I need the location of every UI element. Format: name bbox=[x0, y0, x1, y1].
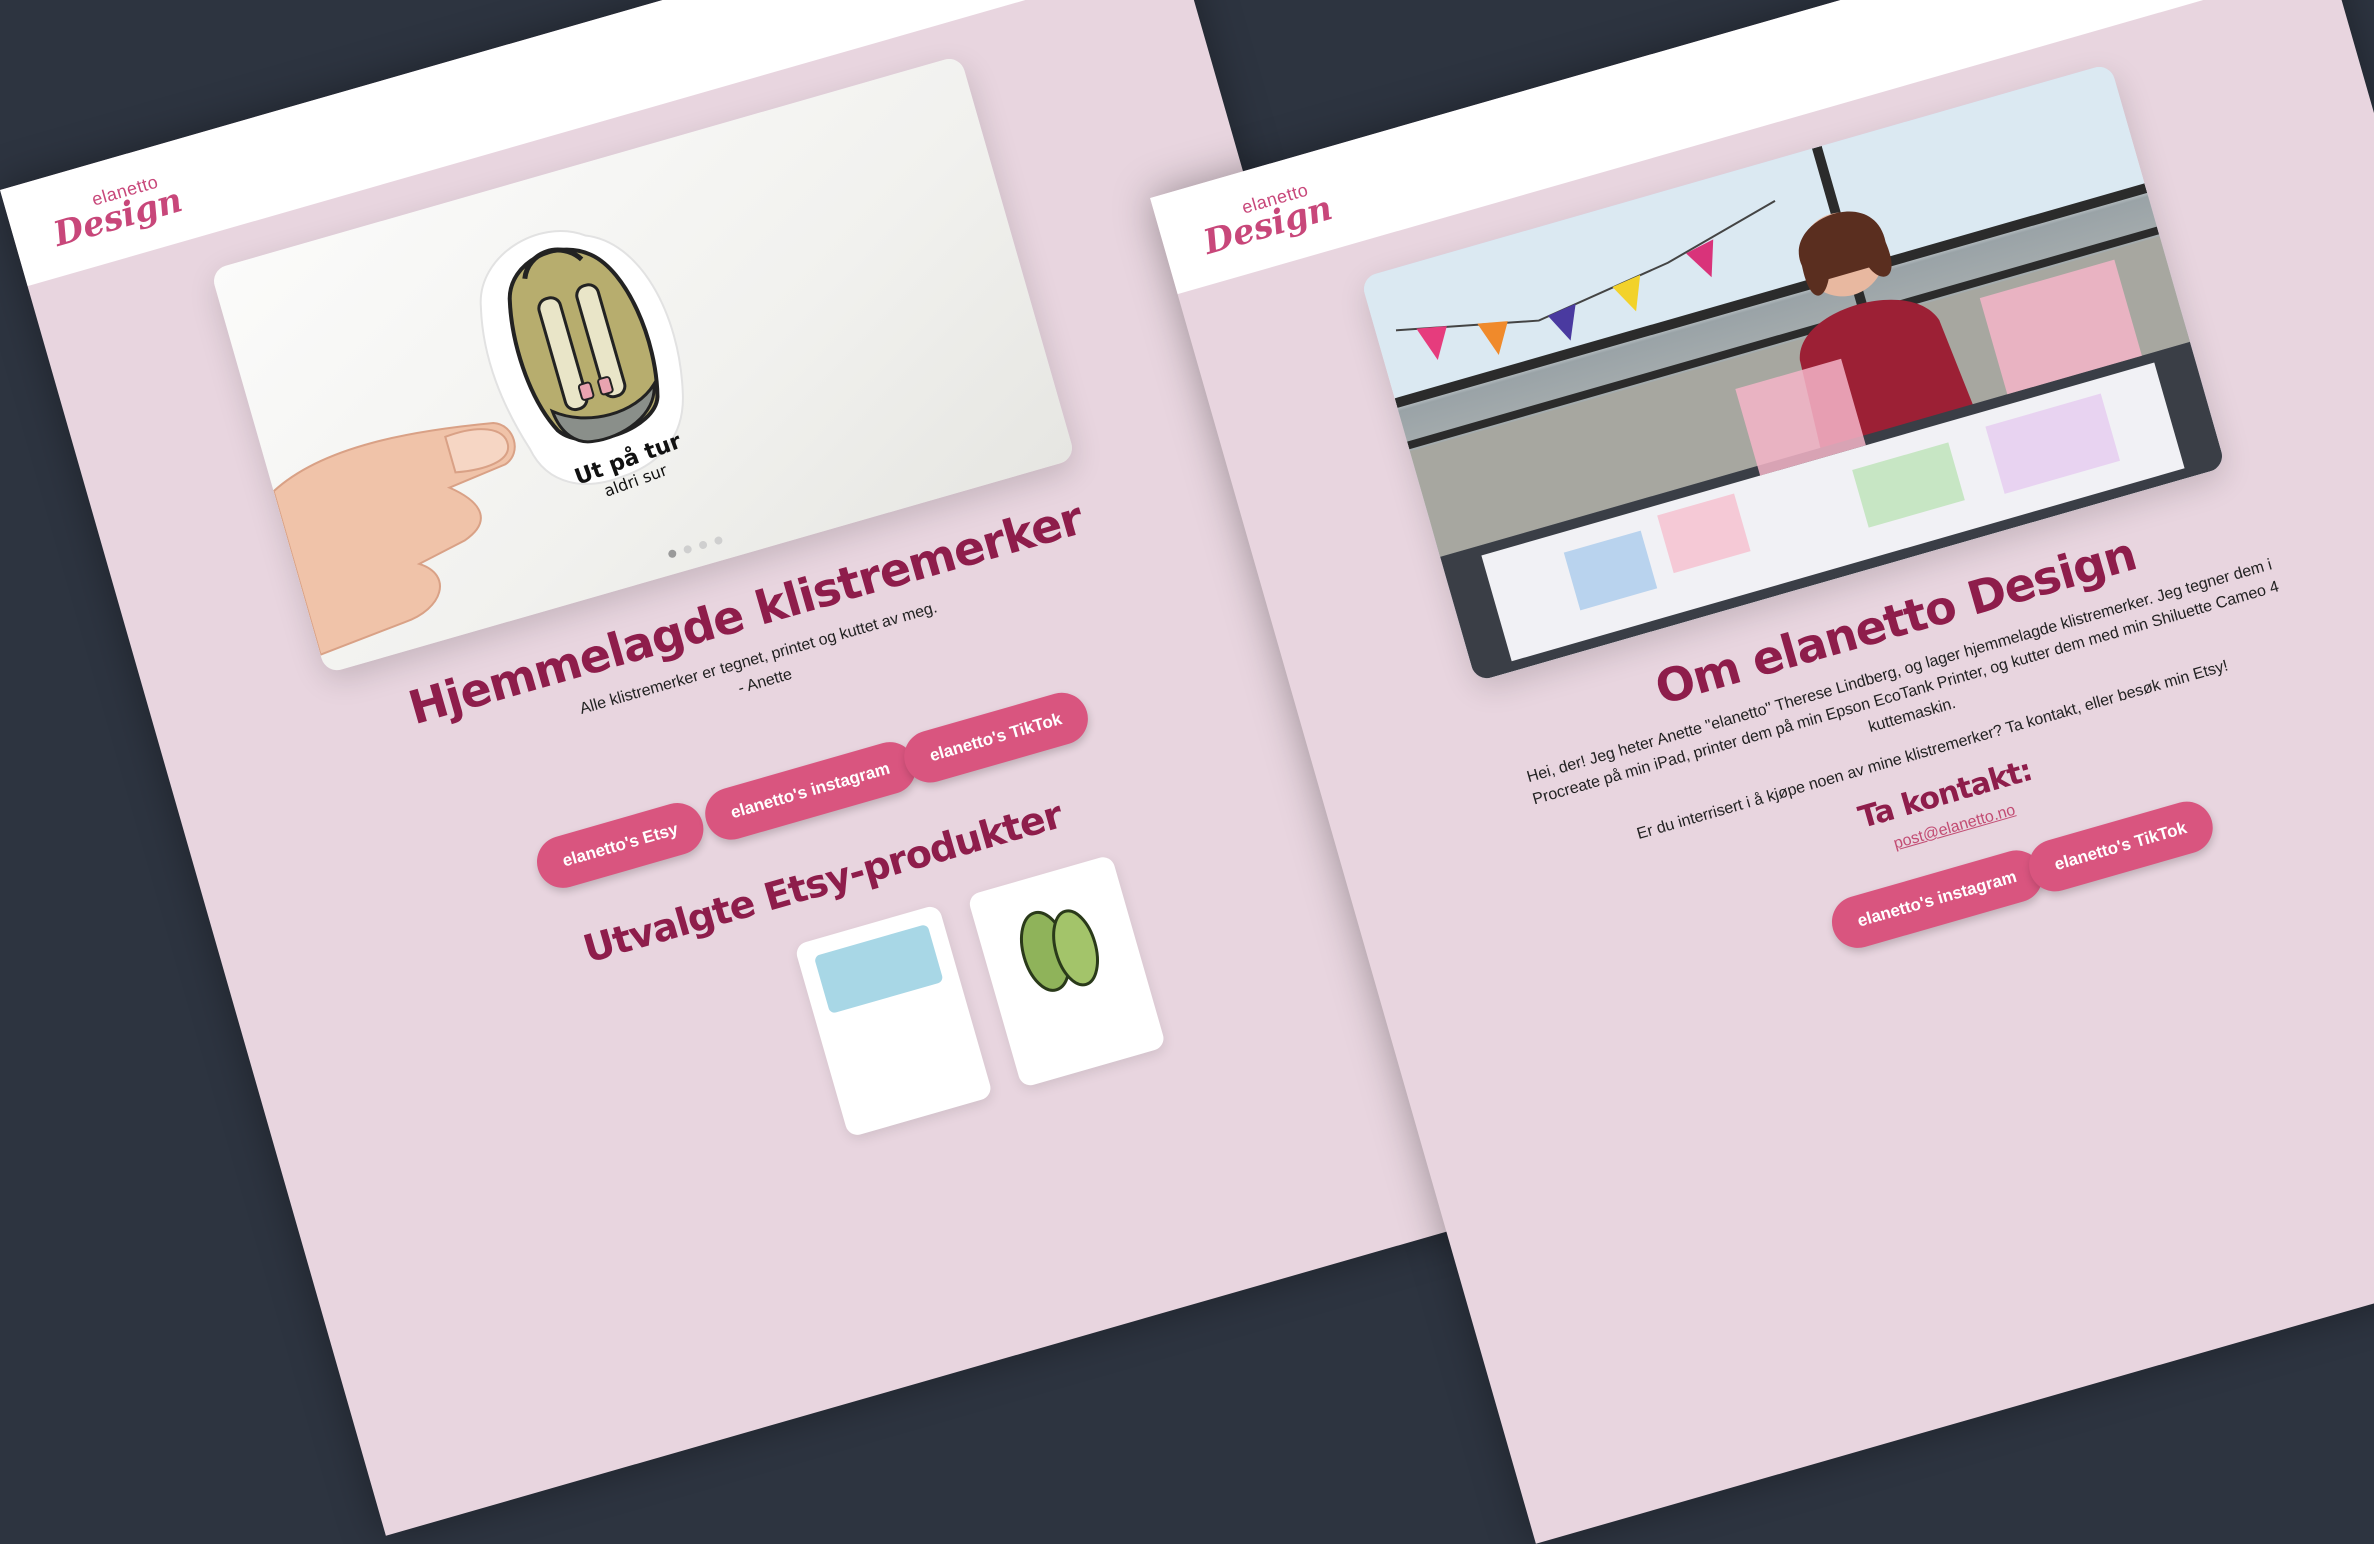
tiktok-button[interactable]: elanetto's TikTok bbox=[2022, 795, 2219, 898]
instagram-button[interactable]: elanetto's instagram bbox=[699, 736, 922, 846]
product-image bbox=[1020, 909, 1099, 992]
product-card[interactable] bbox=[793, 904, 994, 1138]
etsy-button[interactable]: elanetto's Etsy bbox=[530, 796, 710, 895]
product-card[interactable] bbox=[967, 854, 1167, 1089]
site-logo[interactable]: elanetto Design bbox=[1196, 176, 1337, 263]
product-image bbox=[813, 923, 944, 1015]
hand-shape bbox=[272, 422, 516, 656]
tiktok-button[interactable]: elanetto's TikTok bbox=[898, 686, 1094, 789]
site-logo[interactable]: elanetto Design bbox=[46, 168, 187, 255]
about-page: elanetto Design Om elanetto Design Hei, … bbox=[1150, 0, 2374, 1544]
